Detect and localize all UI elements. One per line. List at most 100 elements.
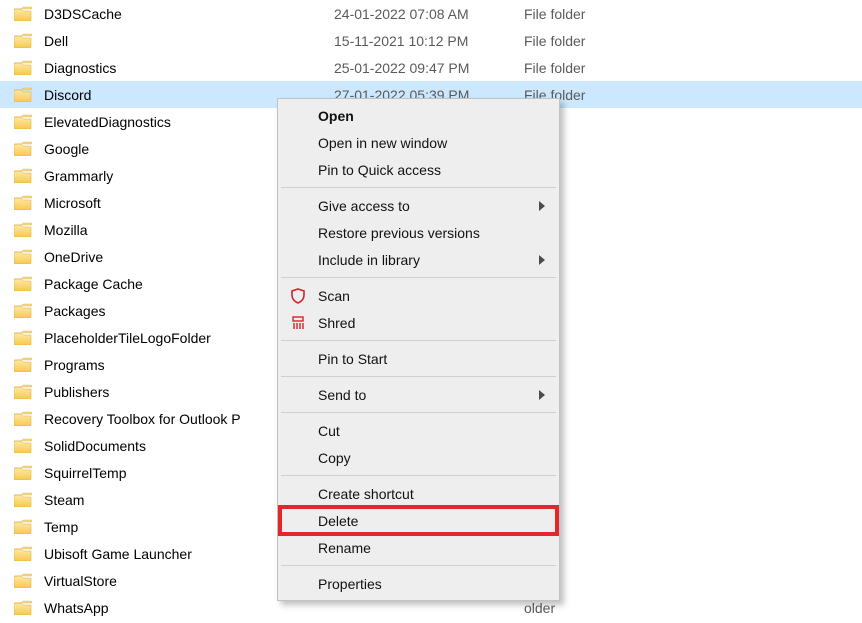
file-type: older (524, 276, 862, 292)
menu-label: Open (318, 108, 354, 124)
menu-label: Shred (318, 315, 355, 331)
menu-separator (281, 187, 556, 188)
file-type: older (524, 249, 862, 265)
menu-label: Delete (318, 513, 358, 529)
menu-scan[interactable]: Scan (280, 282, 557, 309)
folder-icon (14, 114, 32, 129)
file-type: older (524, 141, 862, 157)
file-row[interactable]: Dell 15-11-2021 10:12 PMFile folder (0, 27, 862, 54)
file-name: Dell (44, 33, 68, 49)
file-type: older (524, 465, 862, 481)
file-name: WhatsApp (44, 600, 109, 616)
file-name: Temp (44, 519, 78, 535)
menu-label: Open in new window (318, 135, 447, 151)
file-type: File folder (524, 87, 862, 103)
folder-icon (14, 249, 32, 264)
file-name-cell: Dell (14, 33, 334, 49)
menu-label: Restore previous versions (318, 225, 480, 241)
folder-icon (14, 168, 32, 183)
menu-rename[interactable]: Rename (280, 534, 557, 561)
menu-include-in-library[interactable]: Include in library (280, 246, 557, 273)
folder-icon (14, 60, 32, 75)
menu-separator (281, 340, 556, 341)
file-date: 15-11-2021 10:12 PM (334, 33, 524, 49)
file-type: older (524, 600, 862, 616)
file-name: Recovery Toolbox for Outlook P (44, 411, 241, 427)
menu-open[interactable]: Open (280, 102, 557, 129)
menu-label: Give access to (318, 198, 410, 214)
menu-properties[interactable]: Properties (280, 570, 557, 597)
file-type: File folder (524, 6, 862, 22)
file-name: Diagnostics (44, 60, 116, 76)
file-name: Publishers (44, 384, 109, 400)
file-name: Programs (44, 357, 105, 373)
menu-create-shortcut[interactable]: Create shortcut (280, 480, 557, 507)
menu-separator (281, 277, 556, 278)
file-type: older (524, 546, 862, 562)
shield-icon (290, 288, 306, 304)
file-name: Ubisoft Game Launcher (44, 546, 192, 562)
menu-open-new-window[interactable]: Open in new window (280, 129, 557, 156)
menu-separator (281, 376, 556, 377)
menu-separator (281, 475, 556, 476)
folder-icon (14, 492, 32, 507)
file-name: SquirrelTemp (44, 465, 126, 481)
menu-label: Copy (318, 450, 351, 466)
menu-send-to[interactable]: Send to (280, 381, 557, 408)
folder-icon (14, 195, 32, 210)
folder-icon (14, 330, 32, 345)
file-type: older (524, 114, 862, 130)
folder-icon (14, 33, 32, 48)
folder-icon (14, 222, 32, 237)
folder-icon (14, 141, 32, 156)
menu-label: Scan (318, 288, 350, 304)
file-name: Packages (44, 303, 105, 319)
menu-give-access-to[interactable]: Give access to (280, 192, 557, 219)
file-type: older (524, 438, 862, 454)
folder-icon (14, 384, 32, 399)
file-type: File folder (524, 33, 862, 49)
menu-copy[interactable]: Copy (280, 444, 557, 471)
file-type: older (524, 384, 862, 400)
file-type: older (524, 492, 862, 508)
file-type: File folder (524, 60, 862, 76)
file-type: older (524, 303, 862, 319)
menu-label: Include in library (318, 252, 420, 268)
folder-icon (14, 6, 32, 21)
menu-cut[interactable]: Cut (280, 417, 557, 444)
file-type: older (524, 519, 862, 535)
folder-icon (14, 573, 32, 588)
file-name: ElevatedDiagnostics (44, 114, 171, 130)
file-name: Steam (44, 492, 84, 508)
file-name: PlaceholderTileLogoFolder (44, 330, 211, 346)
menu-pin-quick-access[interactable]: Pin to Quick access (280, 156, 557, 183)
folder-icon (14, 546, 32, 561)
menu-label: Pin to Start (318, 351, 387, 367)
folder-icon (14, 303, 32, 318)
folder-icon (14, 357, 32, 372)
menu-label: Send to (318, 387, 366, 403)
menu-restore-previous[interactable]: Restore previous versions (280, 219, 557, 246)
folder-icon (14, 600, 32, 615)
menu-delete[interactable]: Delete (280, 507, 557, 534)
file-name: Microsoft (44, 195, 101, 211)
file-name: OneDrive (44, 249, 103, 265)
menu-shred[interactable]: Shred (280, 309, 557, 336)
file-row[interactable]: Diagnostics25-01-2022 09:47 PMFile folde… (0, 54, 862, 81)
menu-label: Pin to Quick access (318, 162, 441, 178)
file-name: Package Cache (44, 276, 143, 292)
file-type: older (524, 357, 862, 373)
menu-pin-to-start[interactable]: Pin to Start (280, 345, 557, 372)
file-name: SolidDocuments (44, 438, 146, 454)
file-name: D3DSCache (44, 6, 122, 22)
file-row[interactable]: D3DSCache24-01-2022 07:08 AMFile folder (0, 0, 862, 27)
folder-icon (14, 519, 32, 534)
file-name: Grammarly (44, 168, 113, 184)
menu-label: Create shortcut (318, 486, 414, 502)
file-name: VirtualStore (44, 573, 117, 589)
file-name: Discord (44, 87, 91, 103)
file-name: Mozilla (44, 222, 88, 238)
menu-label: Properties (318, 576, 382, 592)
shred-icon (290, 315, 306, 331)
folder-icon (14, 87, 32, 102)
